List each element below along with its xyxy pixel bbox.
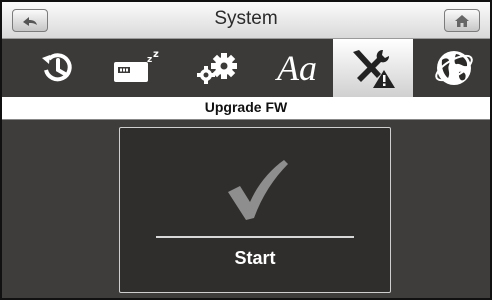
clock-history-icon (42, 53, 72, 82)
battery-sleep-icon: z z (114, 49, 159, 82)
section-header: Upgrade FW (2, 97, 490, 120)
checkmark-icon (228, 160, 288, 220)
home-icon (455, 14, 469, 27)
tab-tools[interactable] (333, 39, 413, 97)
tab-clock[interactable] (17, 39, 97, 97)
title-bar: System (2, 2, 490, 39)
home-button[interactable] (444, 9, 480, 32)
svg-text:z: z (153, 49, 159, 60)
screen: System z z Aa Upgrade FW Start (0, 0, 492, 300)
upgrade-panel[interactable]: Start (119, 127, 391, 293)
tools-warning-icon (353, 49, 395, 88)
font-icon: Aa (277, 48, 317, 88)
page-title: System (214, 8, 278, 29)
section-title: Upgrade FW (204, 99, 288, 115)
tab-font[interactable]: Aa (257, 39, 337, 97)
start-button[interactable]: Start (120, 248, 390, 269)
tab-battery-sleep[interactable]: z z (96, 39, 176, 97)
icon-tab-bar: z z Aa (2, 39, 490, 97)
gears-icon (197, 53, 237, 84)
svg-text:z: z (147, 55, 152, 65)
tab-settings[interactable] (177, 39, 257, 97)
divider (156, 236, 354, 238)
globe-icon (435, 51, 473, 85)
tab-globe[interactable] (414, 39, 490, 97)
